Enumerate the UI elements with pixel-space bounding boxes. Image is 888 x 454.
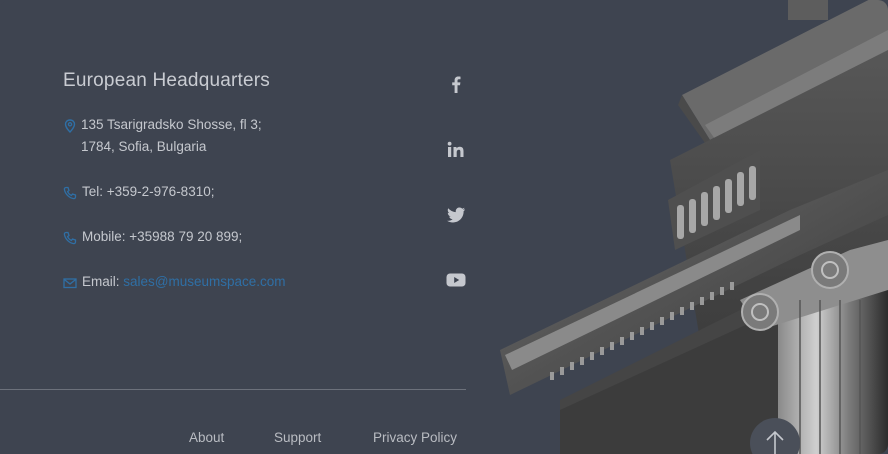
footer-link-privacy-policy[interactable]: Privacy Policy [373, 430, 457, 445]
twitter-icon[interactable] [445, 204, 467, 226]
linkedin-icon[interactable] [445, 139, 467, 161]
email-label: Email: [82, 274, 120, 289]
email-row: Email: sales@museumspace.com [63, 274, 286, 293]
headquarters-title: European Headquarters [63, 70, 271, 91]
youtube-icon[interactable] [445, 269, 467, 291]
location-pin-icon [64, 119, 76, 133]
phone-icon [63, 186, 77, 200]
address-line-2: 1784, Sofia, Bulgaria [81, 139, 207, 154]
envelope-icon [63, 278, 77, 289]
tel-text: Tel: +359-2-976-8310; [82, 184, 215, 199]
footer-link-support[interactable]: Support [274, 430, 321, 445]
footer-panel: European Headquarters 135 Tsarigradsko S… [0, 0, 888, 454]
tel-row: Tel: +359-2-976-8310; [63, 184, 214, 203]
footer-link-about[interactable]: About [189, 430, 224, 445]
mobile-row: Mobile: +35988 79 20 899; [63, 229, 242, 248]
address-line-1: 135 Tsarigradsko Shosse, fl 3; [81, 117, 262, 132]
facebook-icon[interactable] [445, 73, 467, 95]
email-link[interactable]: sales@museumspace.com [123, 274, 285, 289]
footer-divider [0, 389, 466, 390]
mobile-text: Mobile: +35988 79 20 899; [82, 229, 243, 244]
address-row: 135 Tsarigradsko Shosse, fl 3; 1784, Sof… [63, 117, 262, 158]
phone-icon [63, 231, 77, 245]
scroll-to-top-button[interactable] [750, 418, 800, 454]
arrow-up-icon [766, 430, 784, 454]
building-column-image [500, 0, 888, 454]
